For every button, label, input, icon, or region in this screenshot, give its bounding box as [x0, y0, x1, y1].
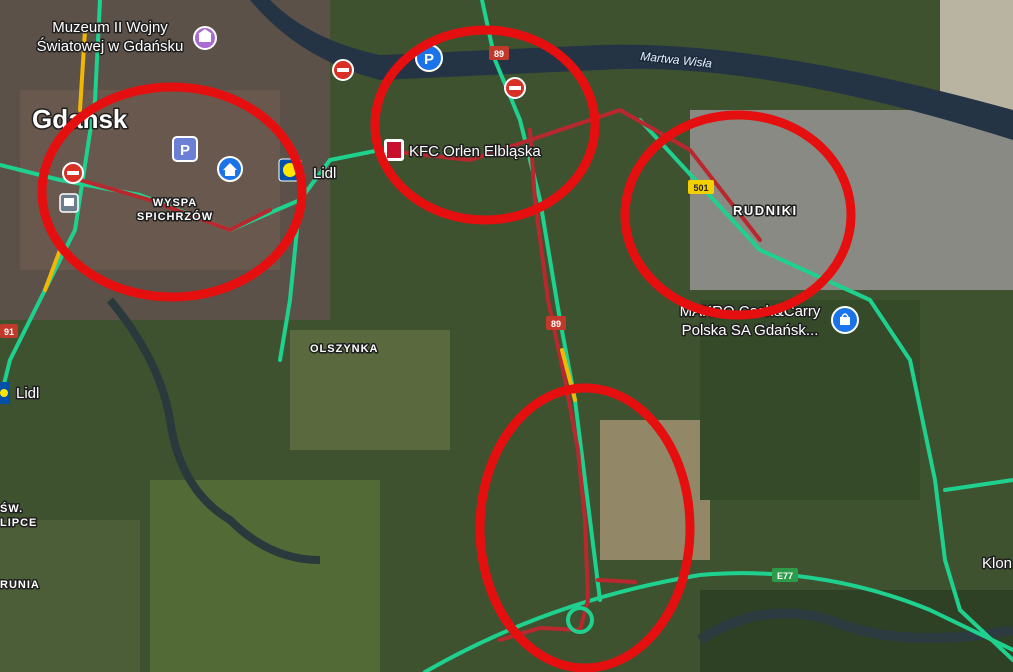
svg-text:91: 91	[4, 327, 14, 337]
label-line: SPICHRZÓW	[137, 210, 213, 223]
makro-icon[interactable]	[831, 306, 859, 334]
rudniki-label: RUDNIKI	[733, 203, 798, 218]
label-line: Polska SA Gdańsk...	[682, 322, 819, 339]
label-line: Muzeum II Wojny	[52, 19, 168, 36]
svg-text:89: 89	[551, 319, 561, 329]
satellite-map[interactable]: 89 89 501 91 E77 P P Muzeum II Wojny Świ…	[0, 0, 1013, 672]
svg-text:501: 501	[693, 183, 708, 193]
field-patch	[0, 520, 140, 672]
olszynka-label: OLSZYNKA	[310, 343, 379, 355]
lidl-label[interactable]: Lidl	[15, 384, 41, 404]
label-line: ŚW.	[0, 502, 23, 515]
kfc-icon[interactable]	[384, 139, 404, 161]
svg-text:P: P	[424, 51, 434, 68]
road-shield-501[interactable]: 501	[688, 180, 714, 194]
parking-icon[interactable]: P	[172, 136, 198, 162]
no-entry-icon[interactable]	[62, 162, 84, 184]
road-shield-e77[interactable]: E77	[772, 568, 798, 582]
museum-label[interactable]: Muzeum II Wojny Światowej w Gdańsku	[35, 18, 185, 57]
road-shield-89-top[interactable]: 89	[489, 46, 509, 60]
rudnia-label: RUNIA	[0, 579, 40, 591]
label-line: LIPCE	[0, 517, 37, 529]
kfc-label[interactable]: KFC Orlen Elbląska	[408, 142, 543, 162]
lidl-icon[interactable]	[0, 382, 10, 404]
svg-text:89: 89	[494, 49, 504, 59]
road-exit-heavy[interactable]	[596, 578, 637, 584]
svg-text:E77: E77	[777, 571, 793, 581]
svg-text:P: P	[180, 142, 190, 159]
no-entry-icon[interactable]	[504, 77, 526, 99]
tank-farm-area	[940, 0, 1013, 110]
lidl-label[interactable]: Lidl	[312, 164, 338, 184]
label-line: Światowej w Gdańsku	[37, 37, 184, 55]
label-line: WYSPA	[153, 197, 198, 209]
road-shield-91[interactable]: 91	[0, 324, 18, 338]
transit-icon[interactable]	[59, 193, 79, 213]
road-shield-89-mid[interactable]: 89	[546, 316, 566, 330]
field-patch	[150, 480, 380, 672]
klon-label: Klon	[982, 555, 1012, 572]
home-icon[interactable]	[217, 156, 243, 182]
museum-icon[interactable]	[193, 26, 217, 50]
no-entry-icon[interactable]	[332, 59, 354, 81]
